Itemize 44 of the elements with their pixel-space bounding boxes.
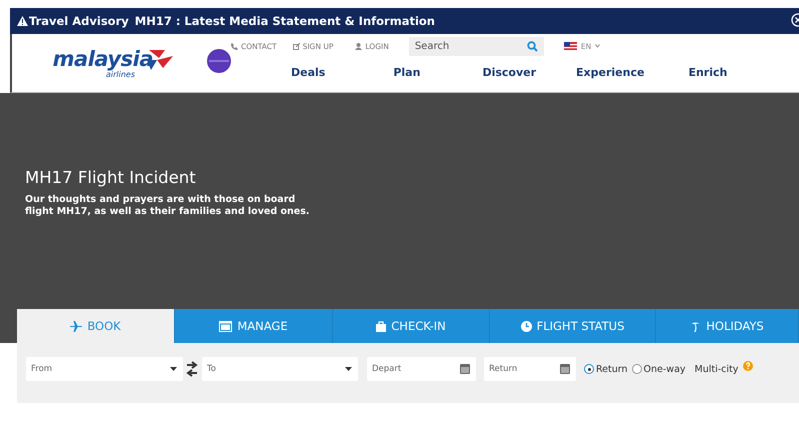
search-field[interactable]: Search: [408, 36, 544, 56]
bag-icon: [376, 320, 386, 332]
nav-link[interactable]: Plan: [393, 66, 420, 79]
search-icon[interactable]: [526, 40, 538, 52]
booking-tab[interactable]: FLIGHT STATUS: [490, 309, 656, 343]
to-dropdown[interactable]: To: [202, 357, 358, 381]
nav-link[interactable]: Deals: [291, 66, 326, 79]
calendar-icon[interactable]: [560, 364, 570, 374]
advisory-link[interactable]: MH17 : Latest Media Statement & Information: [134, 14, 435, 28]
radio-label[interactable]: One-way: [644, 364, 686, 374]
multi-city-link[interactable]: Multi-city: [694, 364, 738, 374]
radio-button[interactable]: [584, 364, 594, 374]
edit-icon: [292, 42, 300, 50]
radio-button[interactable]: [632, 364, 642, 374]
booking-tab[interactable]: CHECK-IN: [333, 309, 490, 343]
radio-label[interactable]: Return: [596, 364, 628, 374]
phone-icon: [231, 42, 238, 50]
calendar-icon[interactable]: [460, 364, 470, 374]
plane-icon: [70, 320, 82, 332]
booking-tab[interactable]: HOLIDAYS: [656, 309, 799, 343]
nav-link[interactable]: Enrich: [688, 66, 728, 79]
advisory-label: Travel Advisory: [29, 14, 129, 28]
help-icon[interactable]: [743, 361, 754, 371]
nav-link[interactable]: Discover: [482, 66, 536, 79]
alliance-logo-icon: [207, 49, 231, 73]
hero-text: Our thoughts and prayers are with those on board flight MH17, as well as their families and loved ones.: [25, 194, 310, 218]
booking-tab[interactable]: MANAGE: [175, 309, 333, 343]
dropdown-caret-icon[interactable]: [170, 367, 177, 371]
calendar-icon: [219, 320, 232, 332]
hero-title: MH17 Flight Incident: [25, 168, 197, 187]
swap-icon[interactable]: [186, 359, 198, 379]
depart-date-field[interactable]: Depart: [367, 357, 476, 381]
from-dropdown[interactable]: From: [26, 357, 183, 381]
warning-icon: [17, 16, 28, 26]
nav-link[interactable]: Experience: [576, 66, 644, 79]
user-icon: [355, 42, 362, 50]
flag-icon: [564, 42, 577, 50]
palm-tree-icon: [690, 320, 702, 332]
clock-icon: [520, 320, 532, 332]
logo-subtitle: airlines: [106, 70, 135, 79]
return-date-field[interactable]: Return: [484, 357, 576, 381]
chevron-icon[interactable]: [595, 44, 600, 48]
dropdown-caret-icon[interactable]: [345, 367, 352, 371]
logo-wordmark[interactable]: malaysia: [52, 48, 153, 70]
